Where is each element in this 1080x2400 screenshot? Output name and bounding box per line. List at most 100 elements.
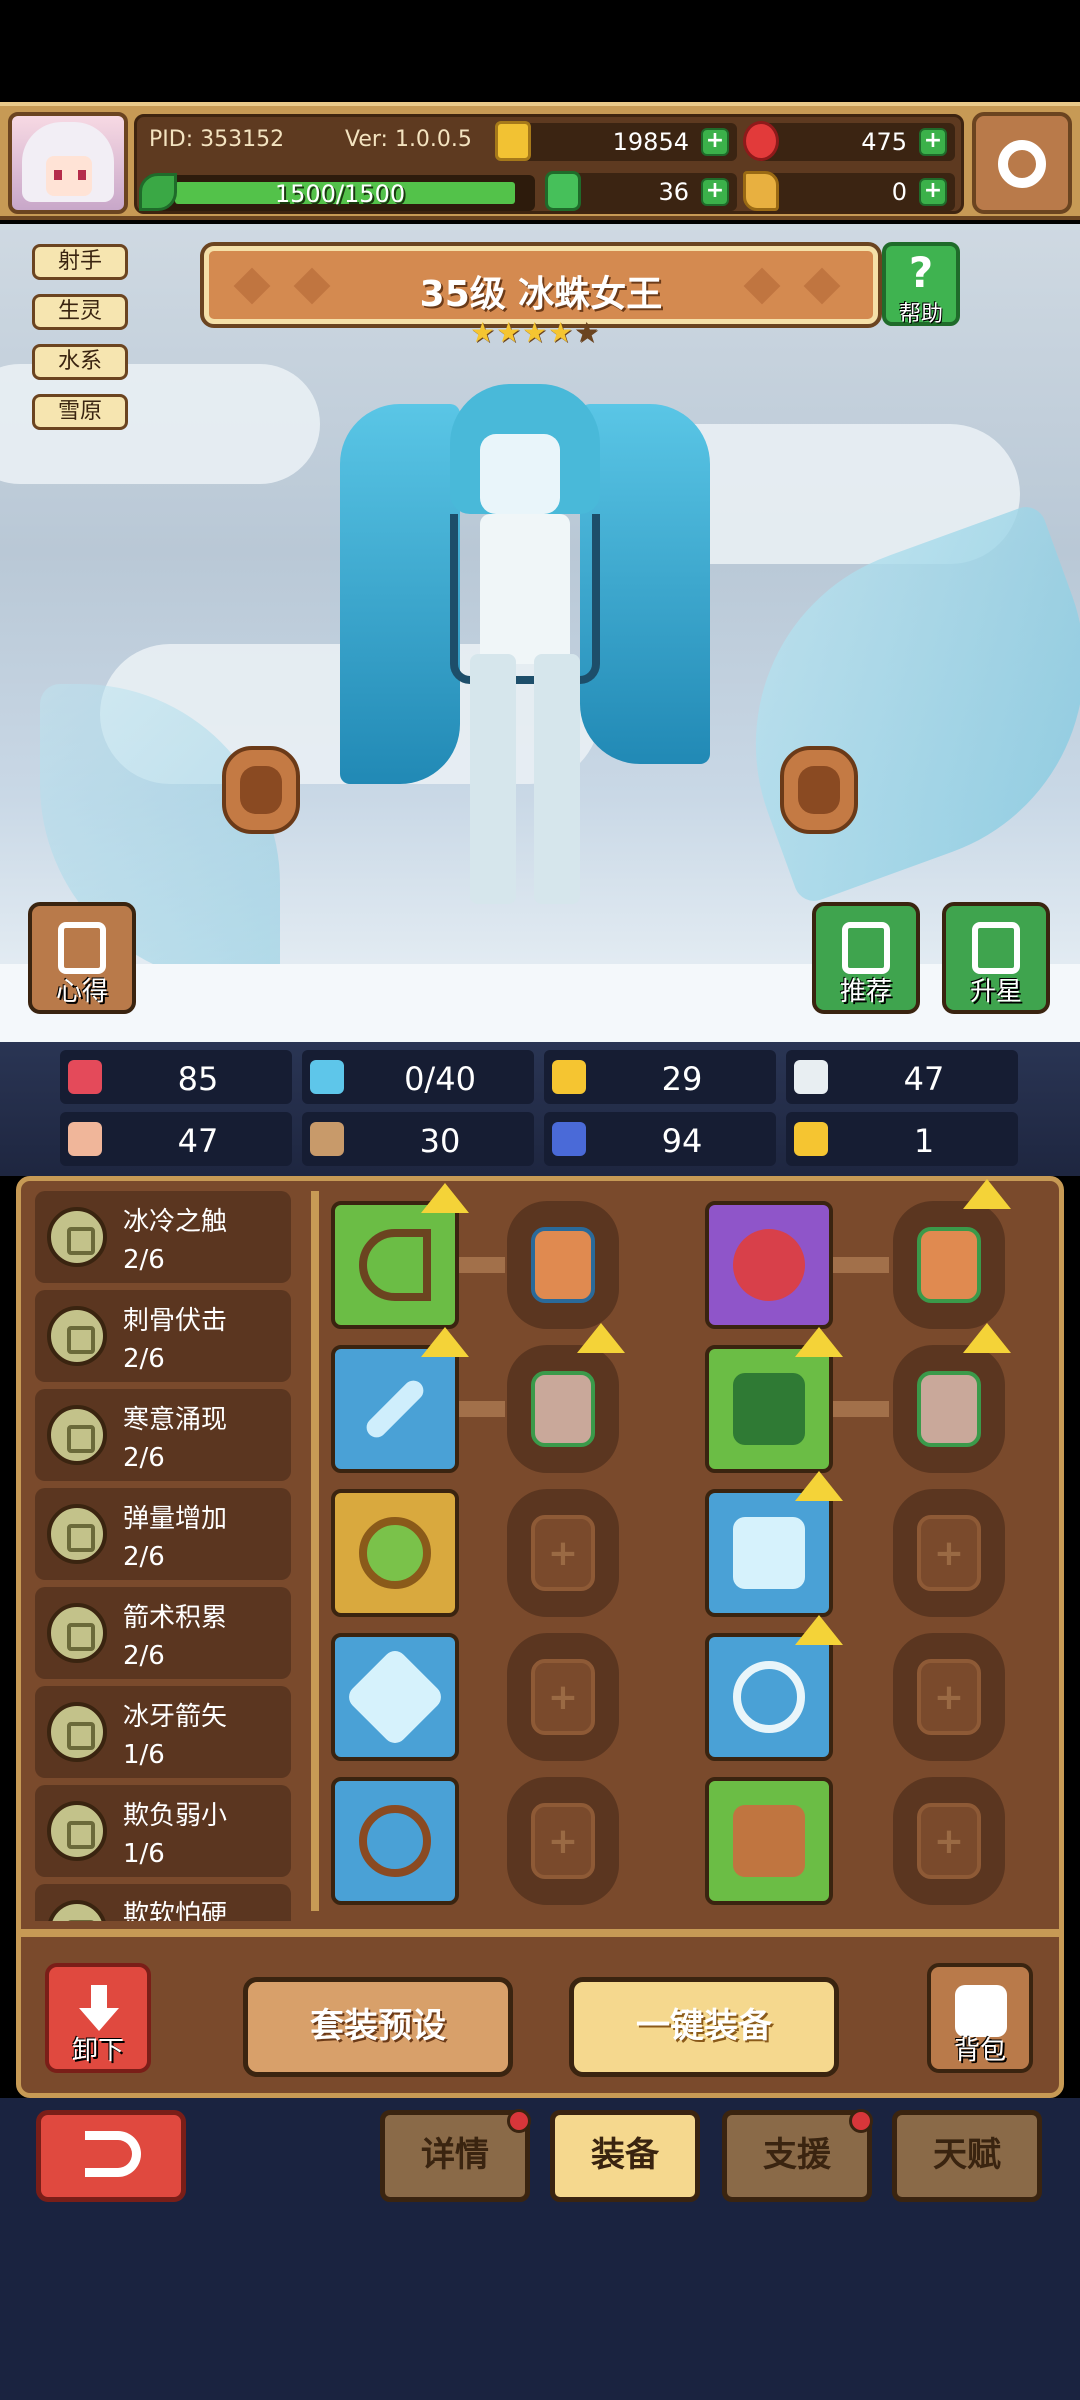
skill-name: 寒意涌现 bbox=[123, 1405, 228, 1435]
equip-slot-armor[interactable] bbox=[705, 1327, 843, 1473]
add-key-button[interactable]: + bbox=[919, 178, 947, 206]
hero-tag[interactable]: 生灵 bbox=[32, 294, 128, 330]
skill-level: 1/6 bbox=[123, 1740, 165, 1770]
slot-link bbox=[829, 1257, 889, 1273]
star-icon: ★ bbox=[470, 316, 496, 349]
stat-value: 94 bbox=[661, 1122, 703, 1160]
empty-rune-icon bbox=[917, 1515, 981, 1591]
slot-link bbox=[455, 1257, 505, 1273]
add-gem-button[interactable]: + bbox=[919, 128, 947, 156]
add-clover-button[interactable]: + bbox=[701, 178, 729, 206]
rune-slot[interactable] bbox=[507, 1633, 619, 1761]
star-icon: ★ bbox=[548, 316, 574, 349]
skill-name: 冰冷之触 bbox=[123, 1207, 228, 1237]
skill-level: 2/6 bbox=[123, 1542, 165, 1572]
star-icon: ★ bbox=[574, 316, 600, 349]
skill-list[interactable]: 冰冷之触 2/6 刺骨伏击 2/6 寒意涌现 2/6 弹量增加 2/6 箭术积累… bbox=[35, 1191, 307, 1921]
equip-slot-gloves[interactable] bbox=[705, 1471, 843, 1617]
recommend-button[interactable]: 推荐 bbox=[812, 902, 920, 1014]
equip-slot-weapon[interactable] bbox=[331, 1183, 469, 1329]
player-avatar[interactable] bbox=[8, 112, 128, 214]
skill-item[interactable]: 欺负弱小 1/6 bbox=[35, 1785, 291, 1877]
rune-slot[interactable] bbox=[893, 1777, 1005, 1905]
unload-label: 卸下 bbox=[71, 2036, 124, 2066]
clover-counter: 36 + bbox=[545, 171, 737, 211]
gem-counter: 475 + bbox=[743, 121, 955, 161]
skill-level: 1/6 bbox=[123, 1839, 165, 1869]
insight-button[interactable]: 心得 bbox=[28, 902, 136, 1014]
skill-name: 刺骨伏击 bbox=[123, 1306, 228, 1336]
key-value: 0 bbox=[891, 178, 907, 206]
skill-item[interactable]: 箭术积累 2/6 bbox=[35, 1587, 291, 1679]
settings-button[interactable] bbox=[972, 112, 1072, 214]
skill-item[interactable]: 冰冷之触 2/6 bbox=[35, 1191, 291, 1283]
equipment-panel: 冰冷之触 2/6 刺骨伏击 2/6 寒意涌现 2/6 弹量增加 2/6 箭术积累… bbox=[16, 1176, 1064, 2098]
hero-head bbox=[480, 434, 560, 514]
next-hero-button[interactable] bbox=[780, 746, 858, 834]
energy-text: 1500/1500 bbox=[274, 180, 406, 208]
hero-leg bbox=[534, 654, 580, 904]
hero-wing bbox=[340, 404, 460, 784]
tab-talent[interactable]: 天赋 bbox=[892, 2110, 1042, 2202]
equip-slot-necklace[interactable] bbox=[331, 1489, 459, 1617]
equip-slot-offhand[interactable] bbox=[331, 1327, 469, 1473]
equip-slot-boots[interactable] bbox=[705, 1777, 833, 1905]
skill-name: 欺负弱小 bbox=[123, 1801, 228, 1831]
skill-item[interactable]: 冰牙箭矢 1/6 bbox=[35, 1686, 291, 1778]
hero-tag[interactable]: 雪原 bbox=[32, 394, 128, 430]
hero-star-rating: ★★★★★ bbox=[470, 316, 600, 349]
hero-scene: 射手 生灵 水系 雪原 35级 冰蛛女王 ★★★★★ ? 帮助 心得 推荐 升星 bbox=[0, 224, 1080, 1042]
unload-button[interactable]: 卸下 bbox=[45, 1963, 151, 2073]
tab-equipment[interactable]: 装备 bbox=[550, 2110, 700, 2202]
add-gold-button[interactable]: + bbox=[701, 128, 729, 156]
panel-separator bbox=[21, 1929, 1059, 1937]
upgrade-arrow-icon bbox=[795, 1615, 843, 1645]
hero-tag[interactable]: 射手 bbox=[32, 244, 128, 280]
rune-slot[interactable] bbox=[507, 1201, 619, 1329]
skill-icon bbox=[47, 1306, 107, 1366]
rune-slot[interactable] bbox=[507, 1489, 619, 1617]
equip-slot-helmet[interactable] bbox=[705, 1201, 833, 1329]
hero-tag[interactable]: 水系 bbox=[32, 344, 128, 380]
rune-slot[interactable] bbox=[893, 1633, 1005, 1761]
skill-item[interactable]: 弹量增加 2/6 bbox=[35, 1488, 291, 1580]
system-status-area bbox=[0, 0, 1080, 102]
tab-support[interactable]: 支援 bbox=[722, 2109, 873, 2202]
back-button[interactable] bbox=[36, 2110, 186, 2202]
set-preset-button[interactable]: 套装预设 bbox=[243, 1977, 513, 2077]
equip-slot-ring[interactable] bbox=[331, 1777, 459, 1905]
equip-slot-crystal[interactable] bbox=[331, 1633, 459, 1761]
gold-coin-icon bbox=[495, 121, 531, 161]
skill-level: 2/6 bbox=[123, 1245, 165, 1275]
player-id: PID: 353152 bbox=[149, 127, 285, 152]
equip-all-button[interactable]: 一键装备 bbox=[569, 1977, 839, 2077]
tab-details[interactable]: 详情 bbox=[380, 2109, 531, 2202]
rune-slot[interactable] bbox=[893, 1489, 1005, 1617]
skill-item[interactable]: 欺软怕硬 bbox=[35, 1884, 291, 1921]
previous-hero-button[interactable] bbox=[222, 746, 300, 834]
question-icon: ? bbox=[908, 248, 934, 297]
skill-item[interactable]: 寒意涌现 2/6 bbox=[35, 1389, 291, 1481]
skill-icon bbox=[47, 1900, 107, 1921]
gold-counter: 19854 + bbox=[495, 121, 737, 161]
equip-slot-belt[interactable] bbox=[705, 1615, 843, 1761]
rune-slot[interactable] bbox=[507, 1323, 625, 1473]
rune-slot[interactable] bbox=[893, 1323, 1011, 1473]
bag-button[interactable]: 背包 bbox=[927, 1963, 1033, 2073]
help-button[interactable]: ? 帮助 bbox=[882, 242, 960, 327]
stat-value: 0/40 bbox=[404, 1060, 476, 1098]
stat-value: 30 bbox=[419, 1122, 461, 1160]
empty-rune-icon bbox=[531, 1659, 595, 1735]
clover-value: 36 bbox=[658, 178, 689, 206]
key-counter: 0 + bbox=[743, 171, 955, 211]
skill-item[interactable]: 刺骨伏击 2/6 bbox=[35, 1290, 291, 1382]
heart-icon bbox=[68, 1060, 102, 1094]
upstar-button[interactable]: 升星 bbox=[942, 902, 1050, 1014]
empty-rune-icon bbox=[531, 1515, 595, 1591]
game-version: Ver: 1.0.0.5 bbox=[345, 127, 472, 152]
hero-name: 35级 冰蛛女王 bbox=[419, 274, 663, 315]
rune-slot[interactable] bbox=[893, 1179, 1011, 1329]
stat-pickup: 1 bbox=[786, 1112, 1018, 1166]
rune-slot[interactable] bbox=[507, 1777, 619, 1905]
upgrade-arrow-icon bbox=[421, 1327, 469, 1357]
